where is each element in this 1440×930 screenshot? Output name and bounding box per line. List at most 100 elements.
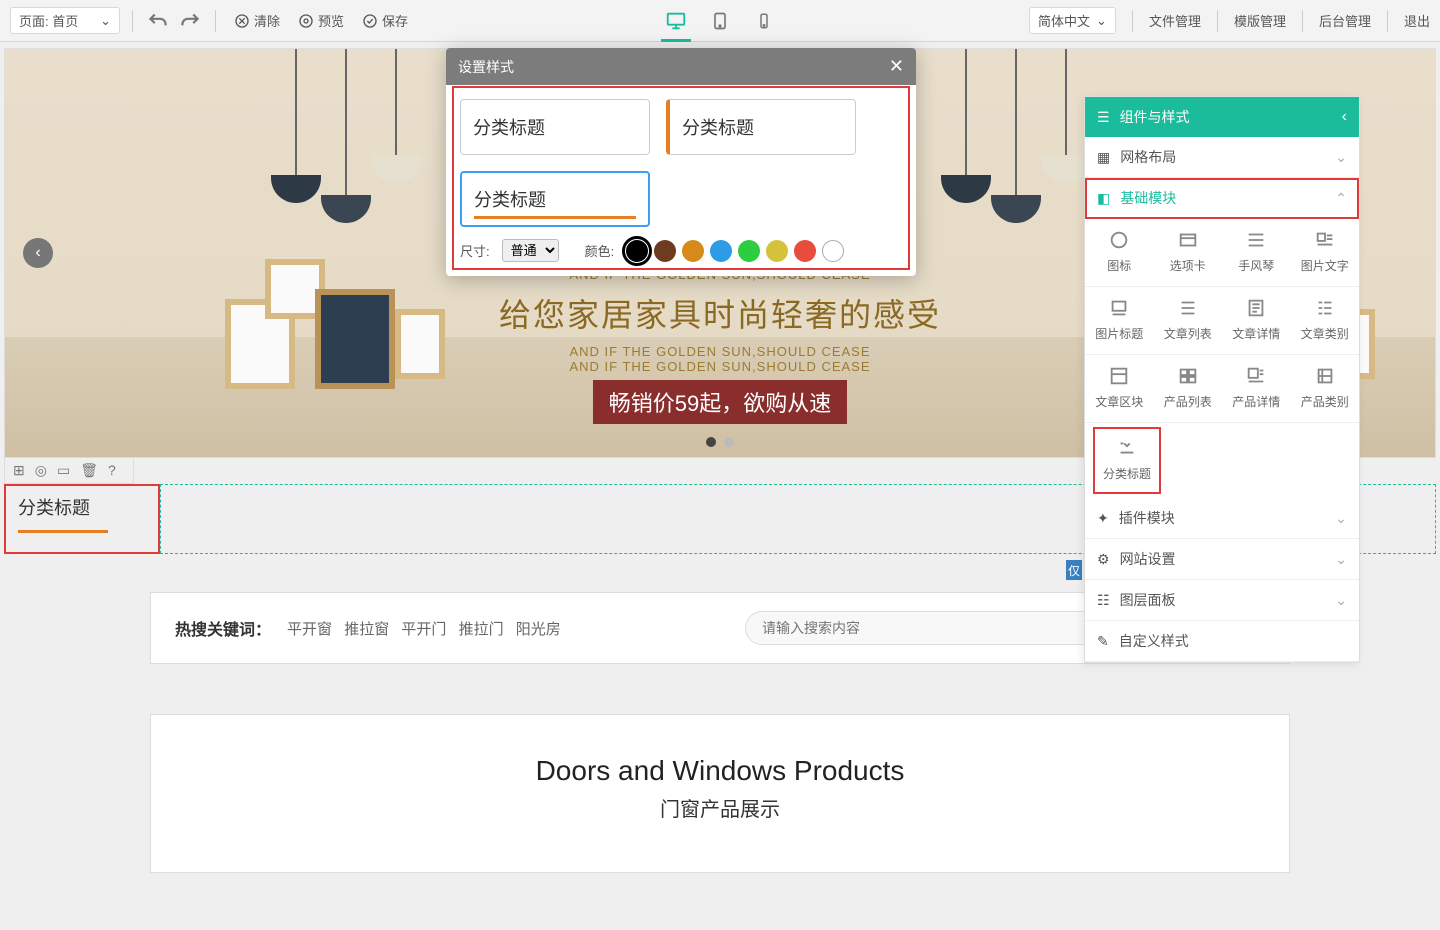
link-admin[interactable]: 后台管理 xyxy=(1319,11,1371,30)
trash-icon[interactable]: 🗑 xyxy=(80,462,98,479)
module-article-block[interactable]: 文章区块 xyxy=(1085,355,1154,423)
link-file-manage[interactable]: 文件管理 xyxy=(1149,11,1201,30)
side-tab[interactable]: 仅 xyxy=(1066,560,1082,580)
popup-header[interactable]: 设置样式 ✕ xyxy=(446,48,916,85)
hero-dots xyxy=(706,437,734,447)
topbar: 页面: 首页 ⌄ 清除 预览 保存 简体中文⌄ 文件管理 模版管理 后台管理 退… xyxy=(0,0,1440,42)
page-label: 页面: xyxy=(19,14,49,29)
row-basic-modules[interactable]: ◧ 基础模块 ⌃ xyxy=(1085,178,1359,219)
hot-words: 平开窗 推拉窗 平开门 推拉门 阳光房 xyxy=(287,618,569,639)
chevron-down-icon: ⌄ xyxy=(1335,551,1347,568)
panel-title: 组件与样式 xyxy=(1120,107,1190,127)
chevron-down-icon: ⌄ xyxy=(100,13,111,29)
rect-icon[interactable]: ▭ xyxy=(57,462,70,479)
collapse-icon[interactable]: ‹ xyxy=(1342,108,1347,126)
category-title-label: 分类标题 xyxy=(18,498,90,518)
chevron-down-icon: ⌄ xyxy=(1335,592,1347,609)
chevron-down-icon: ⌄ xyxy=(1096,13,1107,29)
swatch-white[interactable] xyxy=(822,240,844,262)
module-article-detail[interactable]: 文章详情 xyxy=(1222,287,1291,355)
module-grid: 图标 选项卡 手风琴 图片文字 图片标题 文章列表 文章详情 文章类别 文章区块… xyxy=(1085,219,1359,423)
swatch-black[interactable] xyxy=(626,240,648,262)
target-icon[interactable]: ◎ xyxy=(35,462,47,479)
style-option-1[interactable]: 分类标题 xyxy=(460,99,650,155)
swatch-green[interactable] xyxy=(738,240,760,262)
grid-icon[interactable]: ⊞ xyxy=(13,462,25,479)
chevron-down-icon: ⌄ xyxy=(1335,510,1347,527)
hot-word[interactable]: 推拉窗 xyxy=(344,621,389,638)
hot-word[interactable]: 阳光房 xyxy=(516,621,561,638)
module-article-category[interactable]: 文章类别 xyxy=(1291,287,1360,355)
module-article-list[interactable]: 文章列表 xyxy=(1154,287,1223,355)
gear-icon: ⚙ xyxy=(1097,551,1110,568)
divider xyxy=(1217,10,1218,32)
grid-icon: ▦ xyxy=(1097,149,1110,166)
modules-icon: ◧ xyxy=(1097,190,1110,207)
hot-label: 热搜关键词： xyxy=(175,616,271,640)
module-category-title-selected[interactable]: 分类标题 xyxy=(1093,427,1161,494)
link-logout[interactable]: 退出 xyxy=(1404,11,1430,30)
row-grid-layout[interactable]: ▦ 网格布局 ⌄ xyxy=(1085,137,1359,178)
selected-category-title-block[interactable]: 分类标题 xyxy=(4,484,160,554)
save-button[interactable]: 保存 xyxy=(356,8,414,33)
size-select[interactable]: 普通 xyxy=(502,239,559,262)
style-option-3-selected[interactable]: 分类标题 xyxy=(460,171,650,227)
module-image-text[interactable]: 图片文字 xyxy=(1291,219,1360,287)
menu-icon: ☰ xyxy=(1097,109,1110,126)
hero-dot-2[interactable] xyxy=(724,437,734,447)
redo-button[interactable] xyxy=(177,8,203,34)
module-product-category[interactable]: 产品类别 xyxy=(1291,355,1360,423)
panel-header[interactable]: ☰ 组件与样式 ‹ xyxy=(1085,97,1359,137)
module-tabs[interactable]: 选项卡 xyxy=(1154,219,1223,287)
size-label: 尺寸: xyxy=(460,241,490,260)
color-swatches xyxy=(626,240,844,262)
row-layers-panel[interactable]: ☷ 图层面板 ⌄ xyxy=(1085,580,1359,621)
module-product-detail[interactable]: 产品详情 xyxy=(1222,355,1291,423)
hot-word[interactable]: 平开窗 xyxy=(287,621,332,638)
hot-word[interactable]: 推拉门 xyxy=(459,621,504,638)
device-mobile[interactable] xyxy=(749,6,779,36)
hero-promo-badge: 畅销价59起，欲购从速 xyxy=(593,380,847,424)
chevron-up-icon: ⌃ xyxy=(1335,190,1347,207)
swatch-yellow[interactable] xyxy=(766,240,788,262)
swatch-red[interactable] xyxy=(794,240,816,262)
module-icon[interactable]: 图标 xyxy=(1085,219,1154,287)
divider xyxy=(1132,10,1133,32)
hot-word[interactable]: 平开门 xyxy=(401,621,446,638)
layers-icon: ☷ xyxy=(1097,592,1110,609)
clear-button[interactable]: 清除 xyxy=(228,8,286,33)
components-panel: ☰ 组件与样式 ‹ ▦ 网格布局 ⌄ ◧ 基础模块 ⌃ 图标 选项卡 手风琴 图… xyxy=(1084,96,1360,663)
hero-dot-1[interactable] xyxy=(706,437,716,447)
row-plugin-modules[interactable]: ✦ 插件模块 ⌄ xyxy=(1085,498,1359,539)
module-accordion[interactable]: 手风琴 xyxy=(1222,219,1291,287)
device-desktop[interactable] xyxy=(661,6,691,36)
swatch-brown[interactable] xyxy=(654,240,676,262)
hero-prev-button[interactable]: ‹ xyxy=(23,238,53,268)
divider xyxy=(1387,10,1388,32)
style-option-2[interactable]: 分类标题 xyxy=(666,99,856,155)
undo-button[interactable] xyxy=(145,8,171,34)
popup-title: 设置样式 xyxy=(458,57,514,77)
divider xyxy=(132,10,133,32)
module-image-title[interactable]: 图片标题 xyxy=(1085,287,1154,355)
row-site-settings[interactable]: ⚙ 网站设置 ⌄ xyxy=(1085,539,1359,580)
preview-button[interactable]: 预览 xyxy=(292,8,350,33)
page-value: 首页 xyxy=(52,14,78,29)
hero-subtitle-2: AND IF THE GOLDEN SUN,SHOULD CEASE xyxy=(499,344,941,359)
divider xyxy=(215,10,216,32)
page-dropdown[interactable]: 页面: 首页 ⌄ xyxy=(10,7,120,34)
puzzle-icon: ✦ xyxy=(1097,510,1109,527)
style-popup: 设置样式 ✕ 分类标题 分类标题 分类标题 尺寸: 普通 颜色: xyxy=(446,48,916,276)
link-template-manage[interactable]: 模版管理 xyxy=(1234,11,1286,30)
help-icon[interactable]: ? xyxy=(108,462,116,479)
language-dropdown[interactable]: 简体中文⌄ xyxy=(1029,7,1116,34)
row-custom-style[interactable]: ✎ 自定义样式 xyxy=(1085,621,1359,662)
swatch-blue[interactable] xyxy=(710,240,732,262)
module-product-list[interactable]: 产品列表 xyxy=(1154,355,1223,423)
block-toolbar[interactable]: ⊞ ◎ ▭ 🗑 ? xyxy=(4,458,134,484)
products-title-cn: 门窗产品展示 xyxy=(151,793,1289,822)
swatch-orange[interactable] xyxy=(682,240,704,262)
device-tablet[interactable] xyxy=(705,6,735,36)
hero-headline: 给您家居家具时尚轻奢的感受 xyxy=(499,290,941,336)
close-icon[interactable]: ✕ xyxy=(889,56,904,77)
